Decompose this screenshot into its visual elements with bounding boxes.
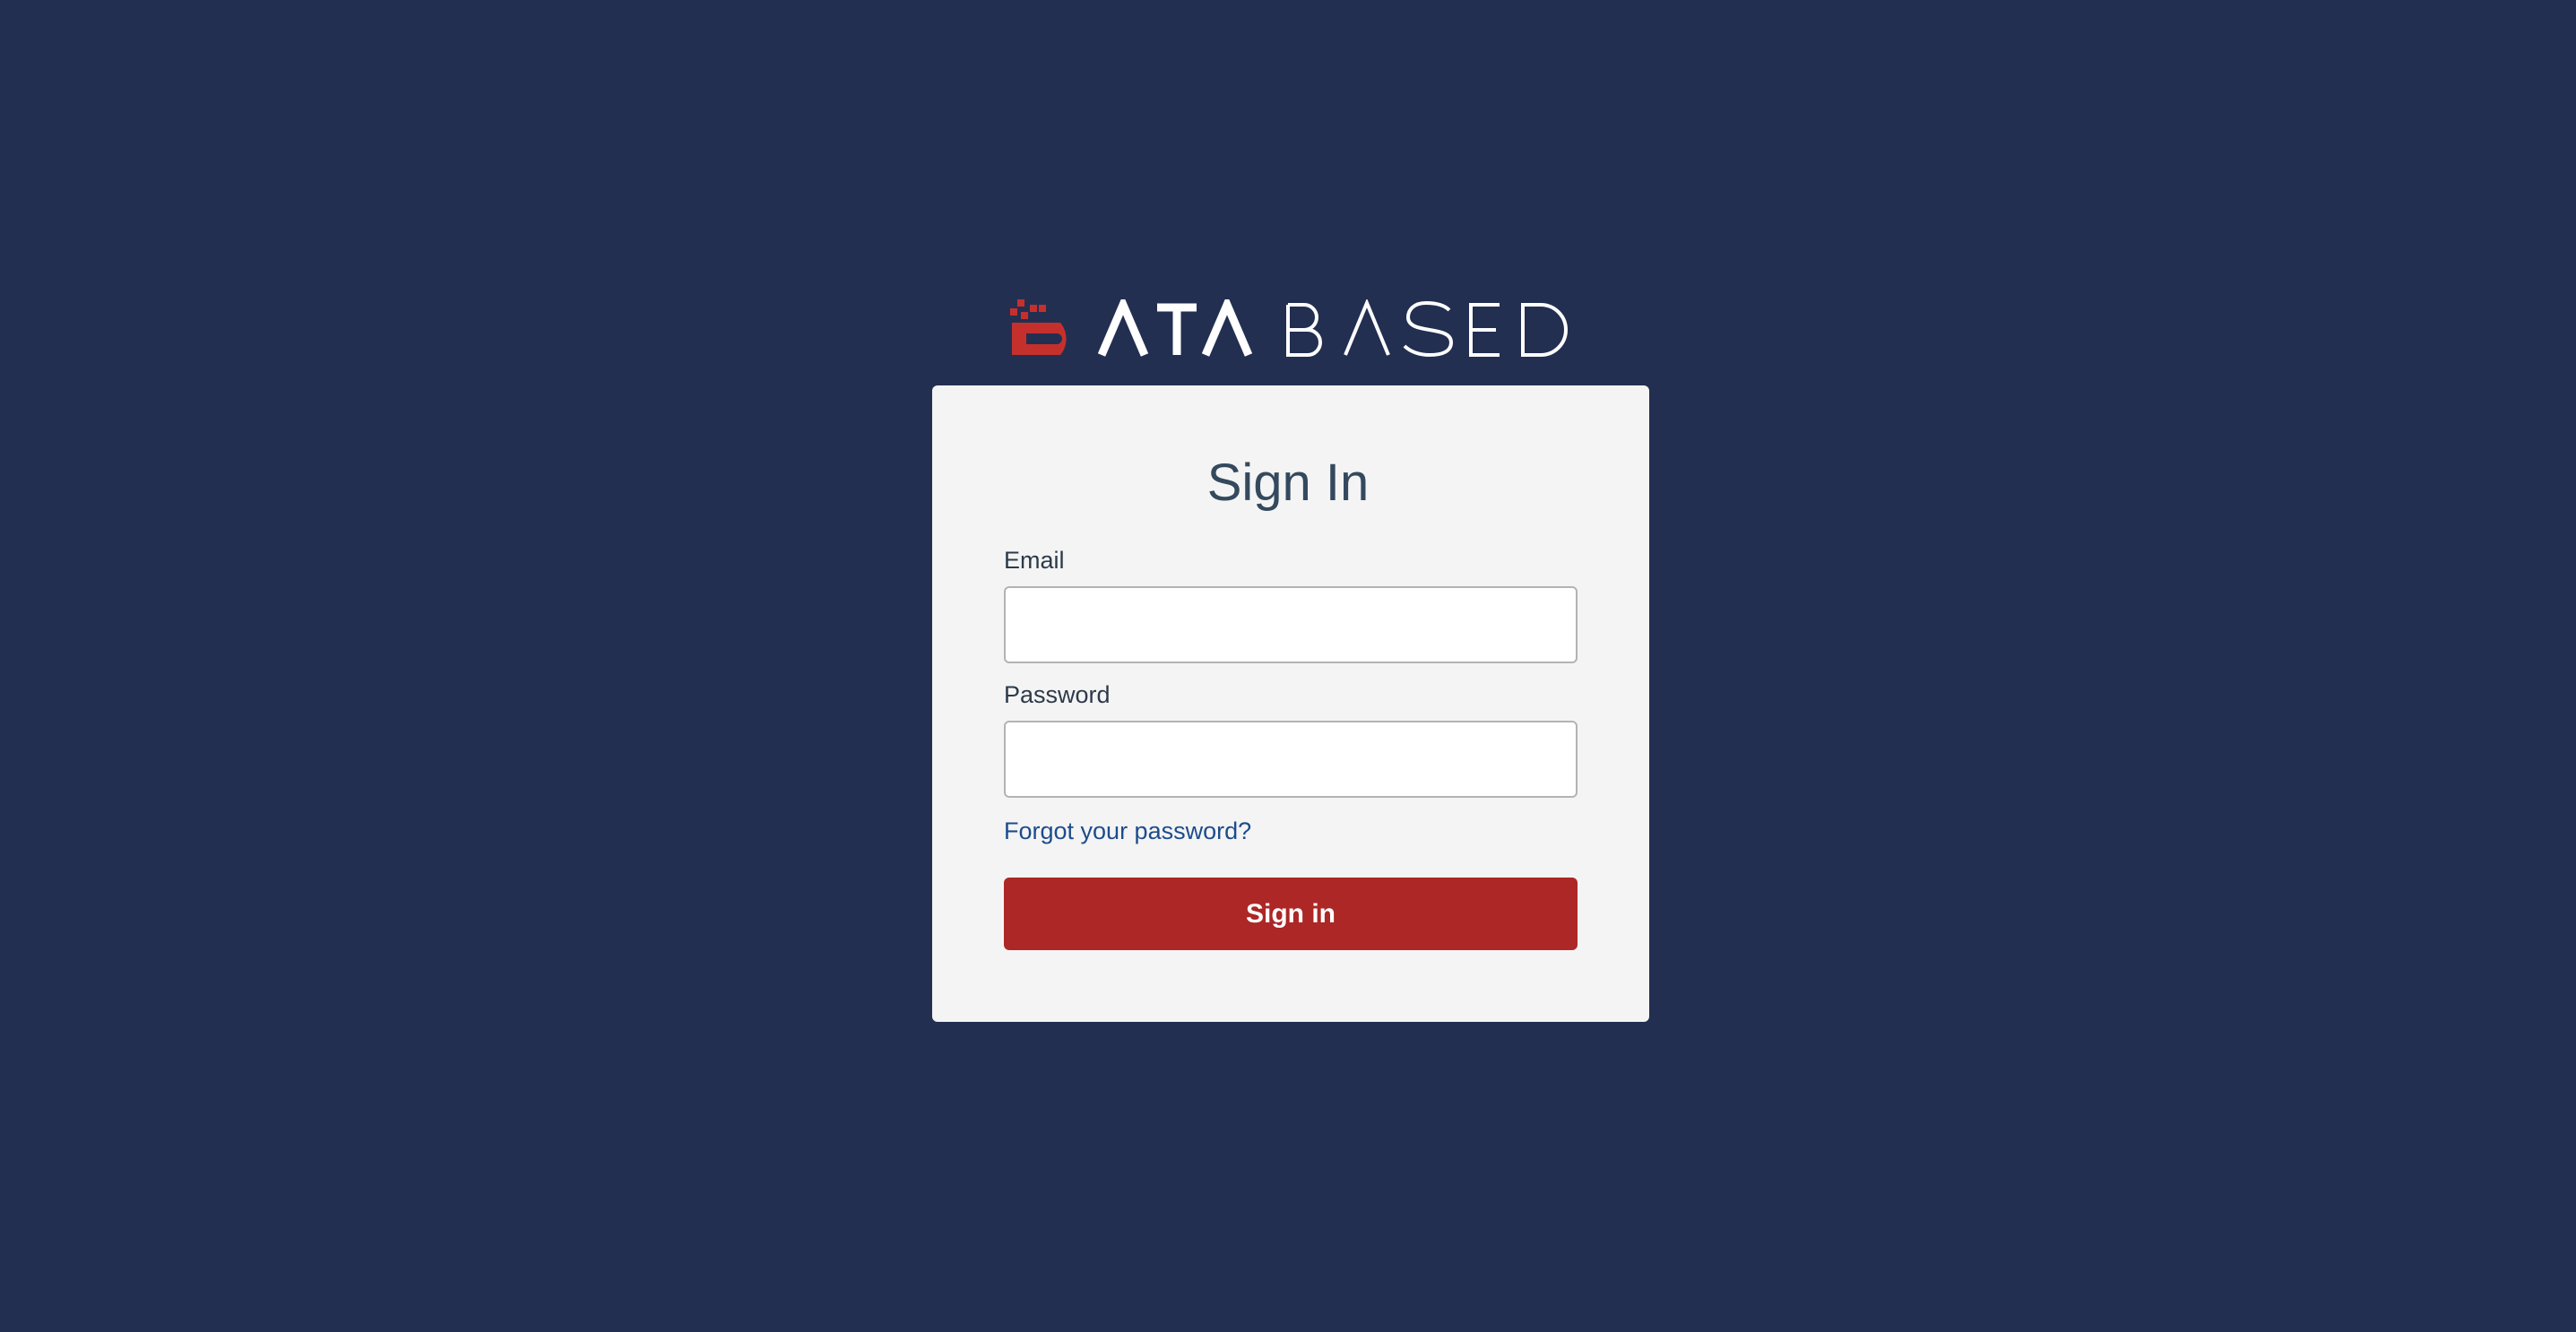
page-title: Sign In	[1206, 454, 1370, 512]
sign-in-button[interactable]: Sign in	[1004, 878, 1578, 950]
logo-d-mark	[1010, 299, 1067, 355]
password-label: Password	[1004, 681, 1111, 708]
databased-logo	[1008, 299, 1571, 359]
forgot-password-link[interactable]: Forgot your password?	[1004, 817, 1251, 845]
password-field[interactable]	[1004, 721, 1578, 798]
logo-letters	[1097, 299, 1568, 358]
email-label: Email	[1004, 547, 1065, 574]
logo-wordmark	[1010, 299, 1568, 358]
email-field[interactable]	[1004, 586, 1578, 663]
